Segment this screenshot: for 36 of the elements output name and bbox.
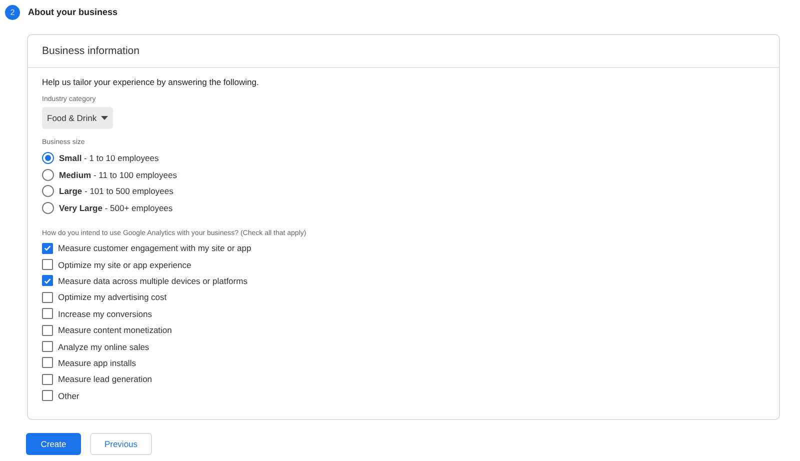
checkbox[interactable] — [42, 275, 53, 286]
checkbox[interactable] — [42, 324, 53, 336]
radio-button[interactable] — [42, 202, 54, 214]
checkbox[interactable] — [42, 242, 53, 254]
checkbox[interactable] — [42, 390, 53, 402]
radio-label: Very Large - 500+ employees — [59, 202, 173, 213]
checkbox-label: Increase my conversions — [58, 308, 152, 319]
checkbox[interactable] — [42, 341, 53, 352]
checkbox[interactable] — [42, 259, 53, 270]
checkbox-label: Measure app installs — [58, 358, 136, 368]
step-number: 2 — [5, 4, 20, 20]
radio-button[interactable] — [42, 185, 54, 198]
checkbox-label: Measure lead generation — [58, 374, 152, 384]
radio-label: Large - 101 to 500 employees — [59, 186, 174, 196]
radio-label: Medium - 11 to 100 employees — [59, 170, 177, 180]
checkbox[interactable] — [42, 292, 53, 303]
card-title: Business information — [42, 45, 140, 57]
radio-button[interactable] — [42, 168, 54, 181]
industry-dropdown[interactable]: Food & Drink — [42, 107, 113, 129]
checkbox-label: Measure data across multiple devices or platforms — [58, 276, 248, 286]
radio-label: Small - 1 to 10 employees — [59, 153, 159, 164]
previous-button[interactable]: Previous — [90, 433, 152, 455]
step-title: About your business — [28, 7, 118, 17]
create-button[interactable]: Create — [26, 433, 81, 455]
checkbox-label: Measure content monetization — [58, 325, 172, 336]
radio-button[interactable] — [42, 152, 54, 164]
checkbox-label: Other — [58, 390, 80, 401]
checkbox[interactable] — [42, 374, 53, 385]
checkbox[interactable] — [42, 308, 53, 320]
checkbox[interactable] — [42, 357, 53, 368]
intro-text: Help us tailor your experience by answering the following. — [42, 77, 259, 87]
caret-icon — [100, 116, 108, 120]
checkbox-label: Optimize my advertising cost — [58, 292, 167, 302]
checkbox-label: Measure customer engagement with my site or app — [58, 243, 252, 254]
checkbox-label: Optimize my site or app experience — [58, 260, 192, 270]
checkbox-label: Analyze my online sales — [58, 342, 150, 352]
